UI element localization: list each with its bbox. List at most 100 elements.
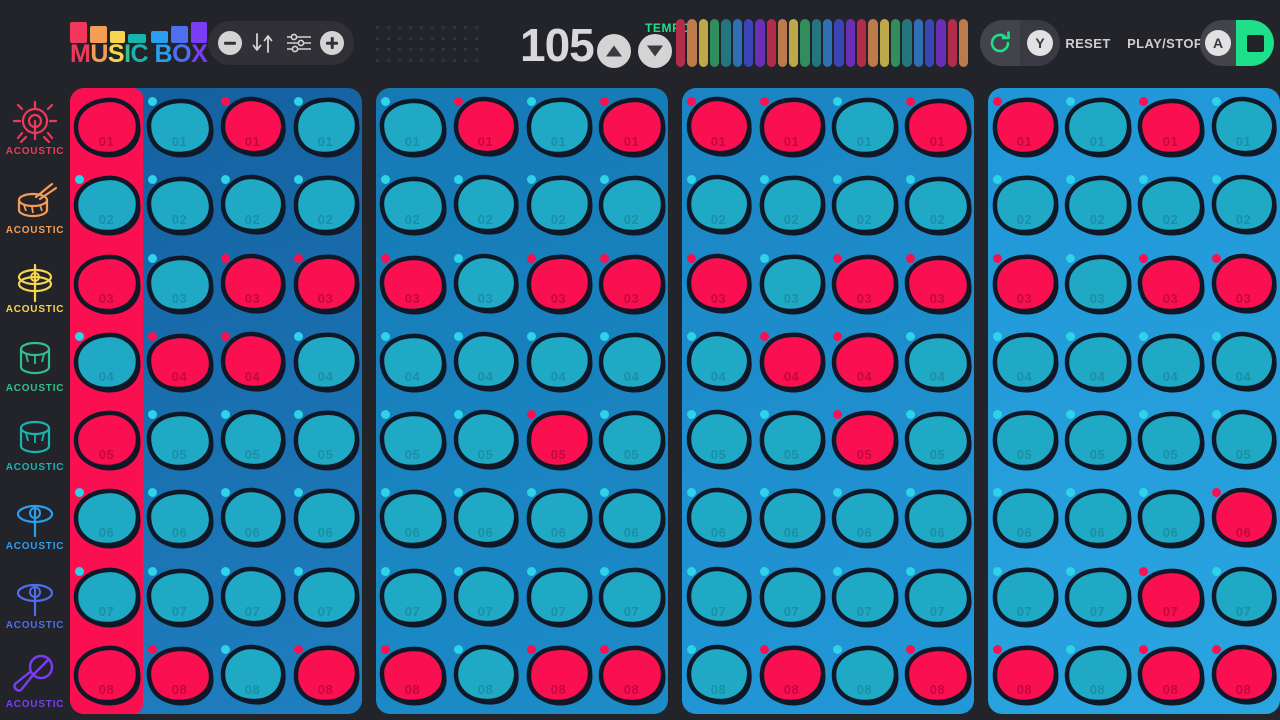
sequencer-cell[interactable]: 01 bbox=[449, 88, 522, 166]
pad-inactive[interactable]: 03 bbox=[145, 253, 215, 315]
pad-inactive[interactable]: 06 bbox=[451, 487, 521, 549]
sidebar-item-kick-drum[interactable]: ACOUSTIC bbox=[0, 88, 70, 167]
pad-active[interactable]: 08 bbox=[145, 644, 215, 706]
pad-active[interactable]: 01 bbox=[903, 96, 973, 158]
sequencer-cell[interactable]: 03 bbox=[449, 245, 522, 323]
sequencer-cell[interactable]: 02 bbox=[828, 166, 901, 244]
sequencer-cell[interactable]: 07 bbox=[376, 558, 449, 636]
pad-active[interactable]: 01 bbox=[218, 96, 288, 158]
sequencer-cell[interactable]: 04 bbox=[289, 323, 362, 401]
sequencer-cell[interactable]: 02 bbox=[595, 166, 668, 244]
pad-inactive[interactable]: 02 bbox=[757, 174, 827, 236]
sequencer-cell[interactable]: 02 bbox=[1207, 166, 1280, 244]
sidebar-item-crash-cymbal[interactable]: ACOUSTIC bbox=[0, 562, 70, 641]
sequencer-cell[interactable]: 04 bbox=[682, 323, 755, 401]
reset-button[interactable]: Y bbox=[980, 20, 1060, 66]
pad-active[interactable]: 03 bbox=[378, 253, 448, 315]
sequencer-cell[interactable]: 04 bbox=[901, 323, 974, 401]
sequencer-cell[interactable]: 08 bbox=[216, 636, 289, 714]
pad-inactive[interactable]: 02 bbox=[830, 174, 900, 236]
pad-inactive[interactable]: 04 bbox=[291, 331, 361, 393]
sequencer-cell[interactable]: 04 bbox=[70, 323, 143, 401]
pad-inactive[interactable]: 07 bbox=[990, 566, 1060, 628]
sequencer-cell[interactable]: 07 bbox=[216, 558, 289, 636]
sequencer-cell[interactable]: 06 bbox=[289, 479, 362, 557]
sequencer-cell[interactable]: 05 bbox=[289, 401, 362, 479]
sequencer-cell[interactable]: 06 bbox=[988, 479, 1061, 557]
pad-inactive[interactable]: 06 bbox=[903, 487, 973, 549]
sequencer-cell[interactable]: 06 bbox=[143, 479, 216, 557]
pad-inactive[interactable]: 06 bbox=[990, 487, 1060, 549]
sequencer-cell[interactable]: 04 bbox=[216, 323, 289, 401]
pad-inactive[interactable]: 08 bbox=[830, 644, 900, 706]
sequencer-cell[interactable]: 08 bbox=[143, 636, 216, 714]
pad-active[interactable]: 08 bbox=[291, 644, 361, 706]
pad-inactive[interactable]: 04 bbox=[1063, 331, 1133, 393]
pad-inactive[interactable]: 08 bbox=[451, 644, 521, 706]
sequencer-cell[interactable]: 04 bbox=[376, 323, 449, 401]
pad-active[interactable]: 08 bbox=[524, 644, 594, 706]
pad-active[interactable]: 03 bbox=[597, 253, 667, 315]
sequencer-cell[interactable]: 03 bbox=[70, 245, 143, 323]
sequencer-cell[interactable]: 06 bbox=[1061, 479, 1134, 557]
pad-inactive[interactable]: 07 bbox=[1063, 566, 1133, 628]
pad-inactive[interactable]: 06 bbox=[72, 487, 142, 549]
sidebar-item-hihat[interactable]: ACOUSTIC bbox=[0, 246, 70, 325]
y-button[interactable]: Y bbox=[1027, 30, 1053, 56]
sequencer-cell[interactable]: 07 bbox=[828, 558, 901, 636]
add-track-button[interactable] bbox=[320, 31, 344, 55]
pad-inactive[interactable]: 01 bbox=[1209, 96, 1279, 158]
sequencer-cell[interactable]: 08 bbox=[1061, 636, 1134, 714]
sequencer-cell[interactable]: 07 bbox=[1134, 558, 1207, 636]
sequencer-cell[interactable]: 01 bbox=[1207, 88, 1280, 166]
sequencer-cell[interactable]: 08 bbox=[595, 636, 668, 714]
pad-active[interactable]: 08 bbox=[990, 644, 1060, 706]
pad-inactive[interactable]: 04 bbox=[451, 331, 521, 393]
pad-active[interactable]: 03 bbox=[990, 253, 1060, 315]
tempo-up-button[interactable] bbox=[597, 34, 631, 68]
sequencer-cell[interactable]: 07 bbox=[901, 558, 974, 636]
pad-inactive[interactable]: 05 bbox=[757, 409, 827, 471]
pad-inactive[interactable]: 06 bbox=[218, 487, 288, 549]
pad-inactive[interactable]: 07 bbox=[524, 566, 594, 628]
pad-inactive[interactable]: 01 bbox=[291, 96, 361, 158]
sequencer-cell[interactable]: 05 bbox=[755, 401, 828, 479]
pad-inactive[interactable]: 02 bbox=[1063, 174, 1133, 236]
a-button[interactable]: A bbox=[1205, 30, 1231, 56]
sequencer-cell[interactable]: 07 bbox=[988, 558, 1061, 636]
pad-inactive[interactable]: 04 bbox=[378, 331, 448, 393]
pad-inactive[interactable]: 01 bbox=[830, 96, 900, 158]
sequencer-cell[interactable]: 02 bbox=[449, 166, 522, 244]
pad-inactive[interactable]: 07 bbox=[684, 566, 754, 628]
settings-sliders-icon[interactable] bbox=[284, 30, 314, 56]
sequencer-cell[interactable]: 07 bbox=[595, 558, 668, 636]
pad-inactive[interactable]: 02 bbox=[990, 174, 1060, 236]
sequencer-cell[interactable]: 05 bbox=[1061, 401, 1134, 479]
play-stop-button[interactable]: A bbox=[1200, 20, 1274, 66]
sequencer-cell[interactable]: 02 bbox=[1061, 166, 1134, 244]
pad-inactive[interactable]: 02 bbox=[903, 174, 973, 236]
sequencer-cell[interactable]: 04 bbox=[143, 323, 216, 401]
sequencer-cell[interactable]: 08 bbox=[70, 636, 143, 714]
pad-inactive[interactable]: 04 bbox=[524, 331, 594, 393]
sequencer-cell[interactable]: 03 bbox=[755, 245, 828, 323]
sidebar-item-shaker[interactable]: ACOUSTIC bbox=[0, 641, 70, 720]
pad-inactive[interactable]: 01 bbox=[378, 96, 448, 158]
sequencer-cell[interactable]: 02 bbox=[70, 166, 143, 244]
pad-active[interactable]: 03 bbox=[524, 253, 594, 315]
pad-active[interactable]: 03 bbox=[218, 253, 288, 315]
pad-active[interactable]: 08 bbox=[597, 644, 667, 706]
sequencer-cell[interactable]: 04 bbox=[449, 323, 522, 401]
pad-inactive[interactable]: 07 bbox=[378, 566, 448, 628]
pad-active[interactable]: 03 bbox=[830, 253, 900, 315]
sequencer-cell[interactable]: 02 bbox=[143, 166, 216, 244]
tempo-down-button[interactable] bbox=[638, 34, 672, 68]
pad-inactive[interactable]: 02 bbox=[451, 174, 521, 236]
sequencer-cell[interactable]: 06 bbox=[828, 479, 901, 557]
pad-inactive[interactable]: 02 bbox=[291, 174, 361, 236]
sequencer-cell[interactable]: 07 bbox=[1061, 558, 1134, 636]
sequencer-cell[interactable]: 08 bbox=[289, 636, 362, 714]
pad-active[interactable]: 01 bbox=[990, 96, 1060, 158]
sequencer-cell[interactable]: 03 bbox=[828, 245, 901, 323]
sequencer-cell[interactable]: 06 bbox=[901, 479, 974, 557]
